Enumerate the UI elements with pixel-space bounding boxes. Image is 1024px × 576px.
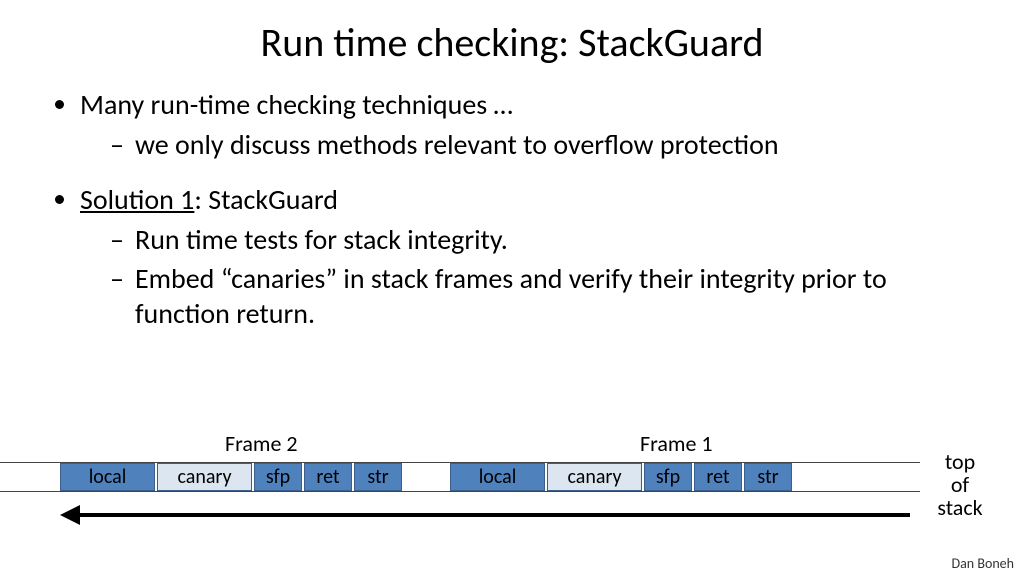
arrow-head-icon — [60, 505, 80, 525]
bullet-2a-text: Run time tests for stack integrity. — [135, 222, 508, 257]
bullet-1a-text: we only discuss methods relevant to over… — [135, 127, 779, 162]
frame1-label: Frame 1 — [640, 430, 713, 457]
seg-local-1: local — [450, 463, 545, 491]
seg-ret-2: ret — [304, 463, 352, 491]
seg-sfp-2: sfp — [254, 463, 302, 491]
bullet-2a: Run time tests for stack integrity. — [110, 222, 979, 257]
frame2-label: Frame 2 — [225, 430, 298, 457]
bullet-1-text: Many run-time checking techniques … — [80, 87, 513, 122]
bullet-2b-text: Embed “canaries” in stack frames and ver… — [135, 261, 887, 331]
stack-diagram: Frame 2 Frame 1 local canary sfp ret str… — [0, 430, 1024, 550]
seg-sfp-1: sfp — [644, 463, 692, 491]
bullet-2: Solution 1: StackGuard Run time tests fo… — [80, 182, 979, 331]
seg-canary-1: canary — [547, 463, 642, 491]
seg-str-1: str — [744, 463, 792, 491]
stack-growth-arrow — [60, 505, 910, 525]
bullet-2b: Embed “canaries” in stack frames and ver… — [110, 261, 979, 331]
slide-title: Run time checking: StackGuard — [0, 0, 1024, 77]
arrow-line — [72, 513, 910, 517]
slide-body: Many run-time checking techniques … we o… — [0, 77, 1024, 331]
bullet-1: Many run-time checking techniques … we o… — [80, 87, 979, 162]
seg-str-2: str — [354, 463, 402, 491]
seg-canary-2: canary — [157, 463, 252, 491]
top-of-stack-label: topofstack — [930, 450, 990, 519]
seg-local-2: local — [60, 463, 155, 491]
author-credit: Dan Boneh — [951, 555, 1014, 572]
seg-ret-1: ret — [694, 463, 742, 491]
bullet-1a: we only discuss methods relevant to over… — [110, 127, 979, 162]
bullet-2-suffix: : StackGuard — [194, 182, 338, 217]
bullet-2-prefix: Solution 1 — [80, 182, 194, 217]
